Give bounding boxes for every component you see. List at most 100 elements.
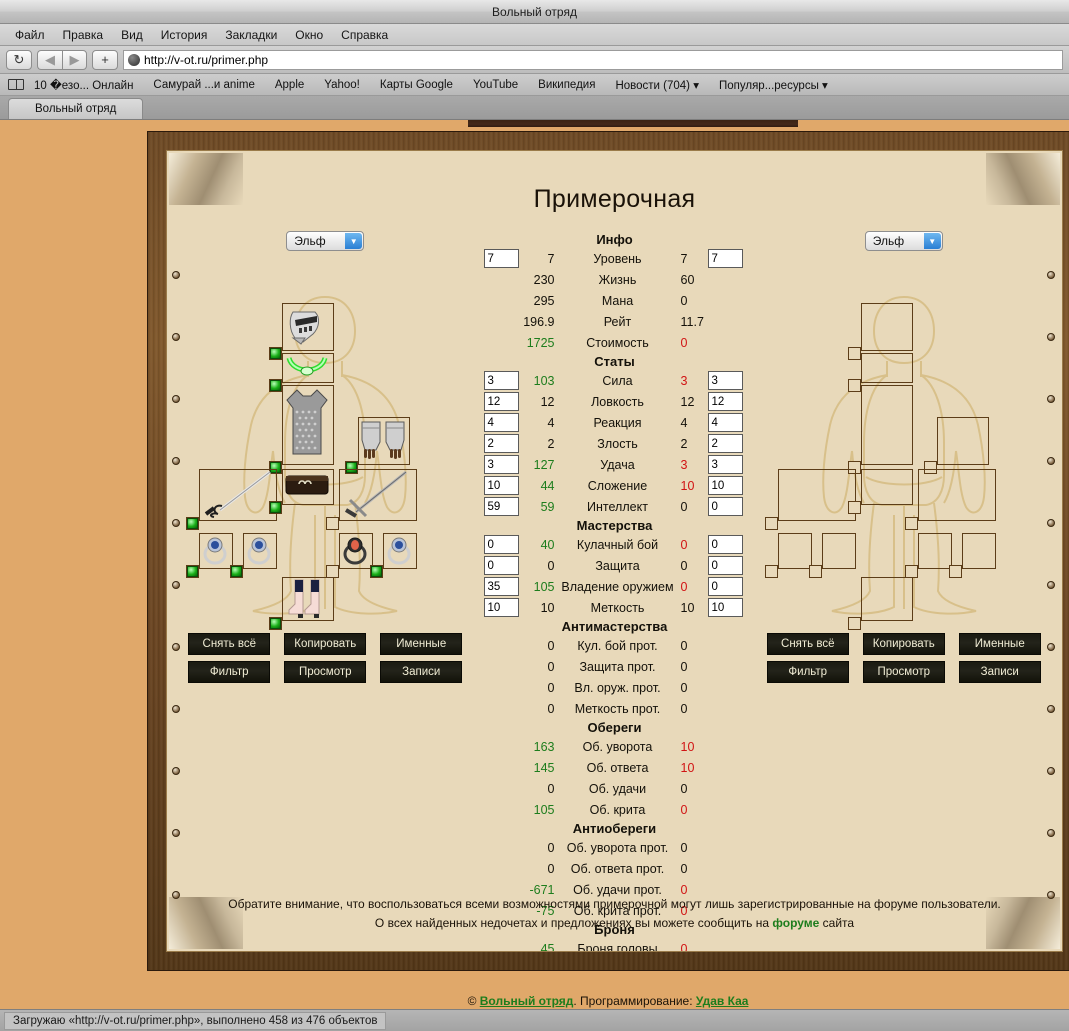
bookmark-item-5[interactable]: YouTube [463,79,528,91]
copyright-site-link[interactable]: Вольный отряд [480,994,574,1008]
menu-item-3[interactable]: История [152,28,217,42]
bookmarks-book-icon[interactable] [8,79,24,90]
strip-all-button-left[interactable]: Снять всё [188,633,271,655]
bookmark-item-0[interactable]: 10 �езо... Онлайн [24,78,143,92]
stat-input-left[interactable]: 10 [483,598,519,617]
stat-input-left[interactable]: 4 [483,413,519,432]
stat-input-right[interactable]: 2 [707,434,743,453]
menu-item-1[interactable]: Правка [54,28,113,42]
equipment-slot-necklace-empty[interactable] [847,353,913,392]
bookmark-item-4[interactable]: Карты Google [370,79,463,91]
stat-input-left[interactable]: 35 [483,577,519,596]
filter-button-left[interactable]: Фильтр [188,661,271,683]
equipment-slot-ring-4-empty[interactable] [948,533,996,578]
filter-button-right[interactable]: Фильтр [766,661,849,683]
records-button-right[interactable]: Записи [958,661,1041,683]
stat-input-right[interactable]: 10 [707,598,743,617]
named-button-right[interactable]: Именные [958,633,1041,655]
stat-row: 0 Об. удачи 0 [484,778,746,799]
stat-input-left[interactable]: 3 [483,455,519,474]
equipment-slot-necklace[interactable] [269,353,335,392]
stat-input-right[interactable]: 0 [707,577,743,596]
stat-input-right[interactable]: 12 [707,392,743,411]
preview-button-left[interactable]: Просмотр [284,661,367,683]
equipment-slot-body[interactable] [269,385,335,474]
menu-item-6[interactable]: Справка [332,28,397,42]
equipment-slot-ring-3[interactable] [326,533,374,578]
equipment-slot-left-weapon-empty[interactable] [764,469,856,530]
equipment-slot-body-empty[interactable] [847,385,913,474]
chevron-down-icon[interactable]: ▼ [923,233,941,249]
forward-button[interactable]: ▶ [62,49,87,70]
equipment-slot-helmet-empty[interactable] [847,303,913,360]
stat-input-right[interactable]: 3 [707,371,743,390]
equipment-slot-gloves-empty[interactable] [923,417,989,474]
stat-input-right[interactable]: 4 [707,413,743,432]
tab-volny-otryad[interactable]: Вольный отряд [8,98,144,119]
address-bar[interactable]: http://v-ot.ru/primer.php [123,49,1063,70]
stat-input-left[interactable]: 59 [483,497,519,516]
equipment-slot-helmet[interactable] [269,303,335,360]
strip-all-button-right[interactable]: Снять всё [766,633,849,655]
equipment-slot-ring-1-empty[interactable] [764,533,812,578]
stat-row: 12 12 Ловкость 12 12 [483,391,746,412]
copyright-author-link[interactable]: Удав Каа [696,994,749,1008]
records-button-left[interactable]: Записи [380,661,463,683]
stat-input-right[interactable]: 0 [707,497,743,516]
menu-item-0[interactable]: Файл [6,28,54,42]
race-select-left[interactable]: Эльф ▼ [286,231,365,251]
equipment-slot-ring-1[interactable] [186,533,234,578]
bookmark-item-2[interactable]: Apple [265,79,314,91]
bookmark-item-8[interactable]: Популяр...ресурсы ▾ [709,78,838,92]
stat-input-right[interactable]: 10 [707,476,743,495]
bookmark-item-7[interactable]: Новости (704) ▾ [605,78,709,92]
equipment-slot-gloves[interactable] [345,417,411,474]
equipment-slot-ring-4[interactable] [370,533,418,578]
equipped-gem-icon [371,566,383,577]
forum-link[interactable]: форуме [772,916,819,930]
new-tab-button[interactable]: + [92,49,118,70]
preview-button-right[interactable]: Просмотр [862,661,945,683]
stat-value-left: 2 [547,436,555,451]
stat-label: Об. ответа прот. [570,861,665,876]
equipment-slot-belt[interactable] [269,469,335,514]
stat-input-right[interactable]: 7 [707,249,743,268]
stat-input-left[interactable]: 0 [483,556,519,575]
copy-button-left[interactable]: Копировать [284,633,367,655]
back-button[interactable]: ◀ [37,49,62,70]
bookmark-item-6[interactable]: Википедия [528,79,605,91]
equipment-slot-left-weapon[interactable] [186,469,278,530]
stat-input-left[interactable]: 2 [483,434,519,453]
stat-input-left[interactable]: 7 [483,249,519,268]
equipment-slot-ring-2-empty[interactable] [808,533,856,578]
bookmark-item-3[interactable]: Yahoo! [314,79,370,91]
stat-input-right[interactable]: 0 [707,535,743,554]
stat-value-right: 10 [680,478,695,493]
menu-item-5[interactable]: Окно [286,28,332,42]
reload-button[interactable]: ↻ [6,49,32,70]
stat-value-right: 0 [680,335,688,350]
bookmark-item-1[interactable]: Самурай ...и anime [143,79,264,91]
equipment-slot-ring-2[interactable] [230,533,278,578]
menu-item-2[interactable]: Вид [112,28,152,42]
copy-button-right[interactable]: Копировать [862,633,945,655]
stat-input-left-cell: 3 [483,371,522,390]
page-title: Примерочная [533,185,696,213]
stat-input-left[interactable]: 3 [483,371,519,390]
menu-item-4[interactable]: Закладки [216,28,286,42]
equipment-slot-belt-empty[interactable] [847,469,913,514]
stat-input-left[interactable]: 0 [483,535,519,554]
stat-input-right[interactable]: 3 [707,455,743,474]
stat-input-left[interactable]: 10 [483,476,519,495]
race-select-right[interactable]: Эльф ▼ [864,231,943,251]
named-button-left[interactable]: Именные [380,633,463,655]
equipment-slot-right-weapon[interactable] [326,469,418,530]
stat-input-left[interactable]: 12 [483,392,519,411]
stat-input-right[interactable]: 0 [707,556,743,575]
equipment-slot-boots[interactable] [269,577,335,630]
chevron-down-icon[interactable]: ▼ [345,233,363,249]
stat-value-left: 10 [540,600,555,615]
equipment-slot-right-weapon-empty[interactable] [904,469,996,530]
equipment-slot-boots-empty[interactable] [847,577,913,630]
equipment-slot-ring-3-empty[interactable] [904,533,952,578]
